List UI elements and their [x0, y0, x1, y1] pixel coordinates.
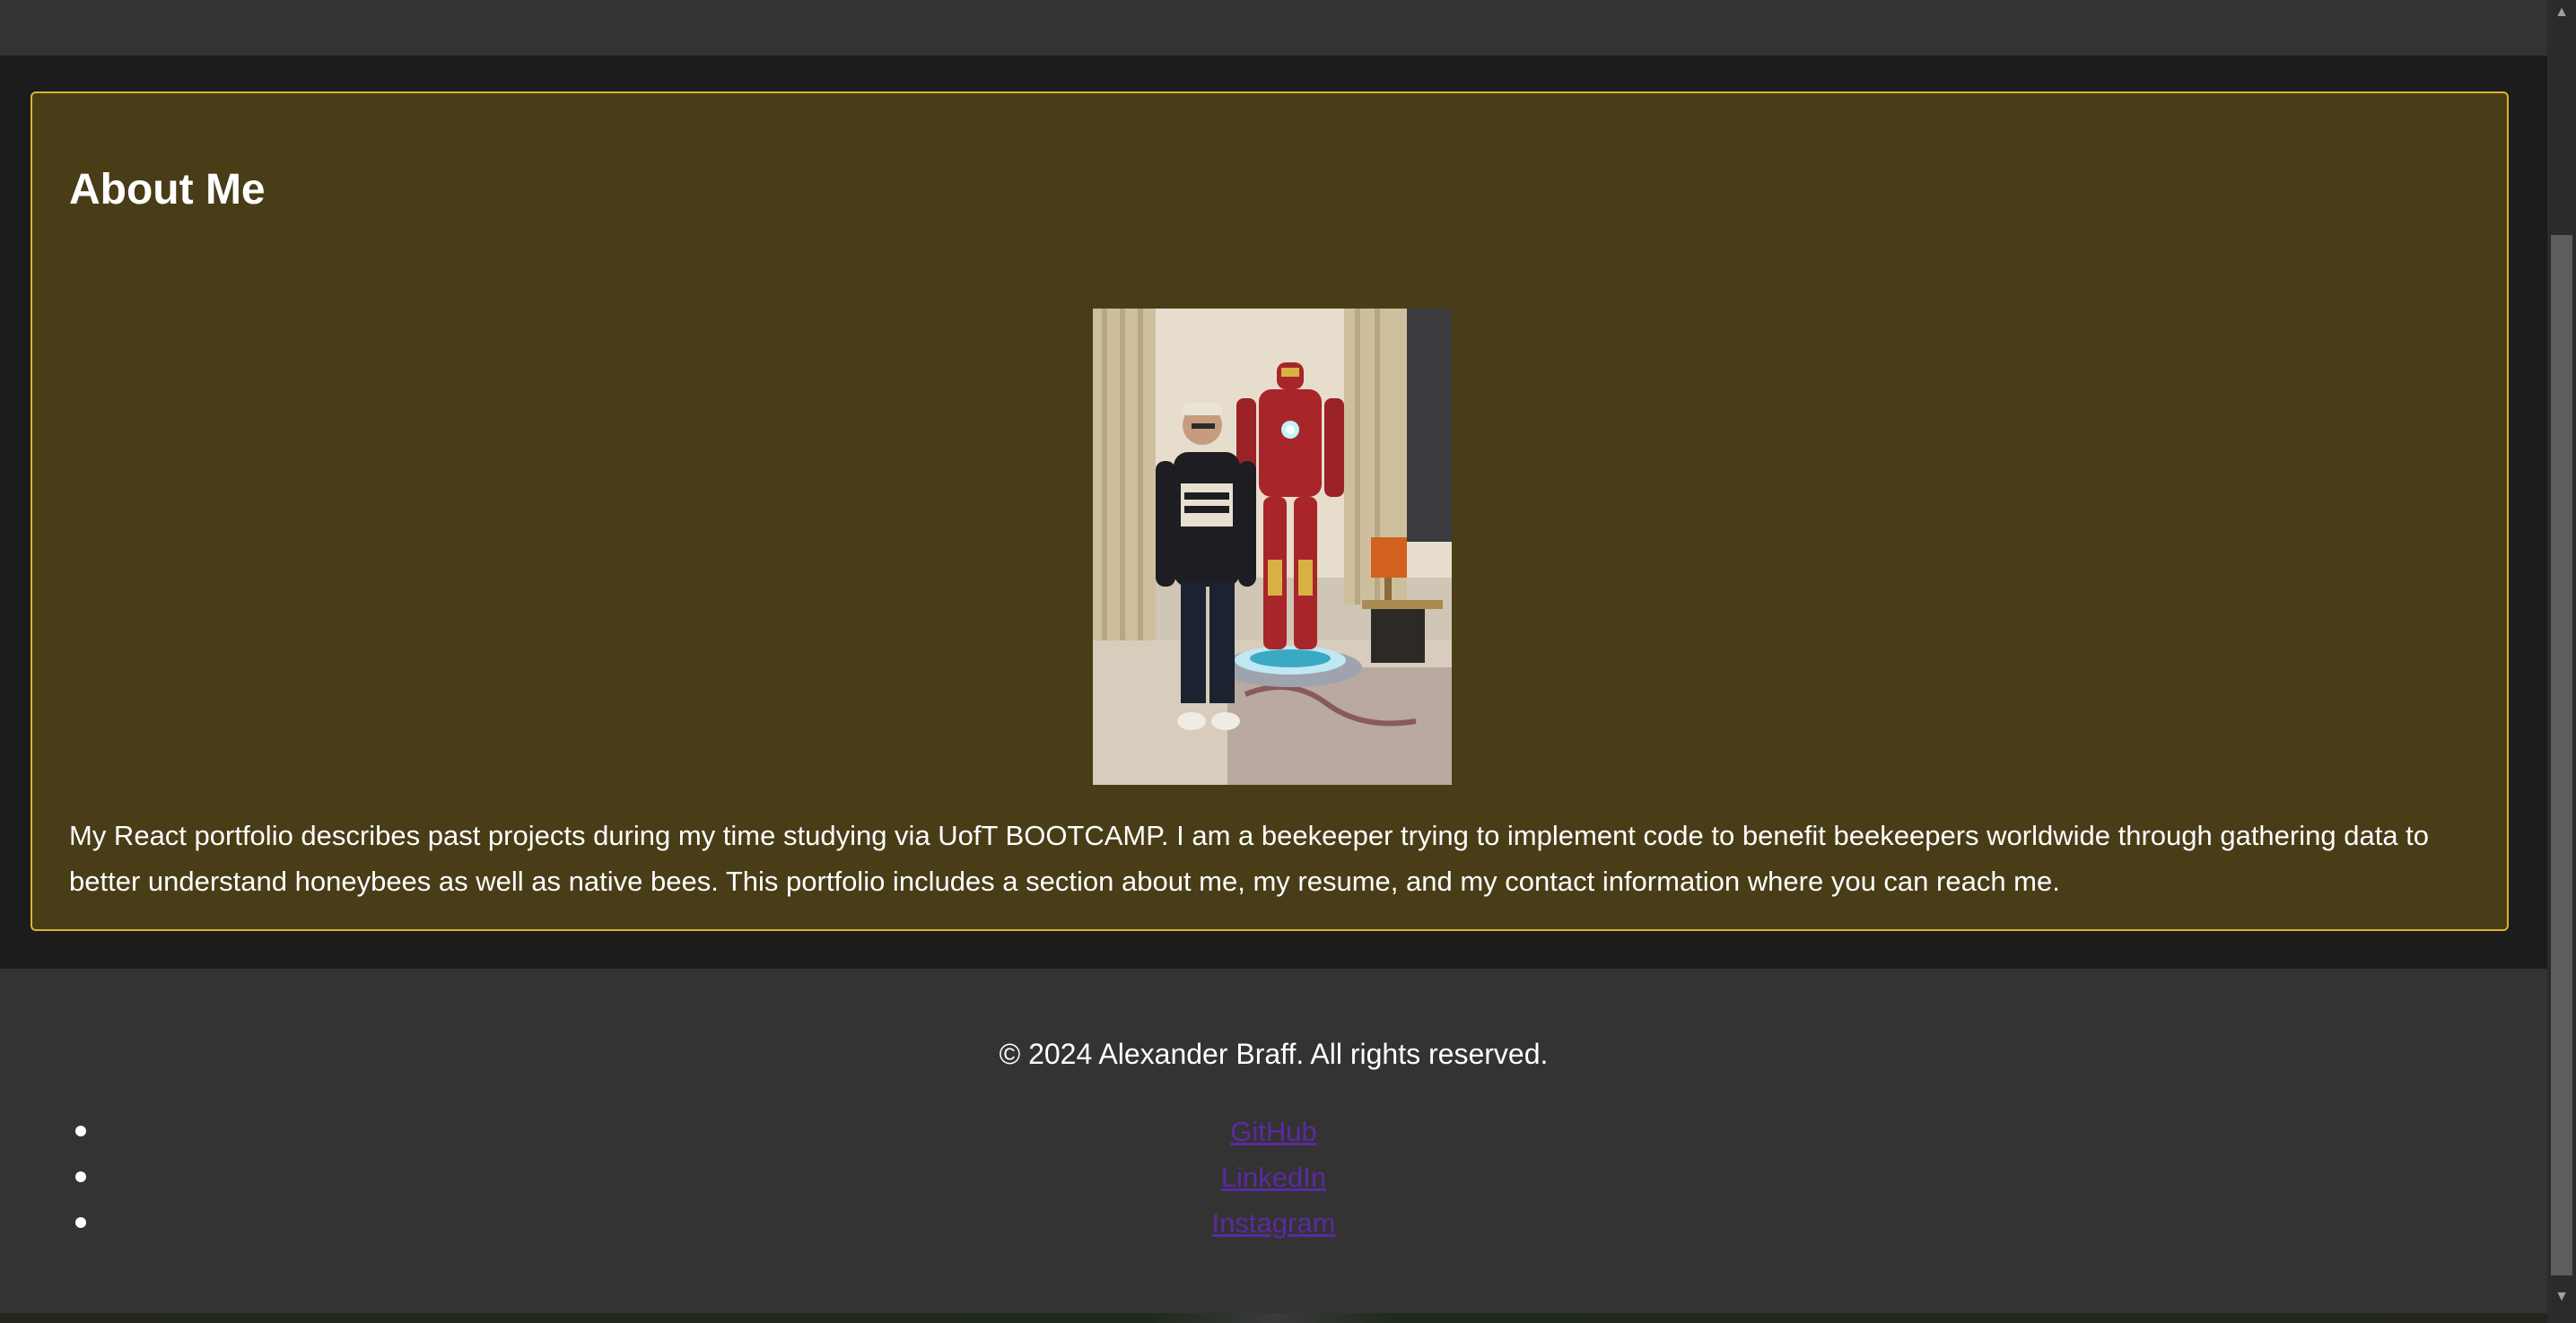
bullet-icon [75, 1126, 86, 1136]
social-links-list: GitHub LinkedIn Instagram [0, 1109, 2547, 1246]
bottom-edge-strip [0, 1313, 2547, 1323]
linkedin-link[interactable]: LinkedIn [1221, 1162, 1326, 1193]
scroll-down-icon[interactable]: ▼ [2547, 1284, 2576, 1310]
vertical-scrollbar[interactable]: ▲ ▼ [2547, 0, 2576, 1323]
about-paragraph: My React portfolio describes past projec… [69, 820, 2430, 897]
section-title: About Me [69, 166, 266, 213]
list-item: GitHub [0, 1109, 2547, 1154]
github-link[interactable]: GitHub [1230, 1116, 1316, 1147]
top-nav-bar [0, 0, 2547, 56]
site-footer: © 2024 Alexander Braff. All rights reser… [0, 969, 2547, 1313]
page: About Me My React portfolio describes pa… [0, 0, 2576, 1323]
copyright-text: © 2024 Alexander Braff. All rights reser… [999, 1038, 1549, 1070]
bullet-icon [75, 1217, 86, 1228]
list-item: LinkedIn [0, 1154, 2547, 1200]
profile-photo [1093, 309, 1452, 785]
main-content: About Me My React portfolio describes pa… [0, 56, 2547, 969]
about-me-card: About Me My React portfolio describes pa… [31, 91, 2509, 931]
list-item: Instagram [0, 1200, 2547, 1246]
bullet-icon [75, 1171, 86, 1182]
scrollbar-thumb[interactable] [2551, 235, 2572, 1275]
instagram-link[interactable]: Instagram [1212, 1207, 1336, 1239]
scroll-up-icon[interactable]: ▲ [2547, 0, 2576, 25]
